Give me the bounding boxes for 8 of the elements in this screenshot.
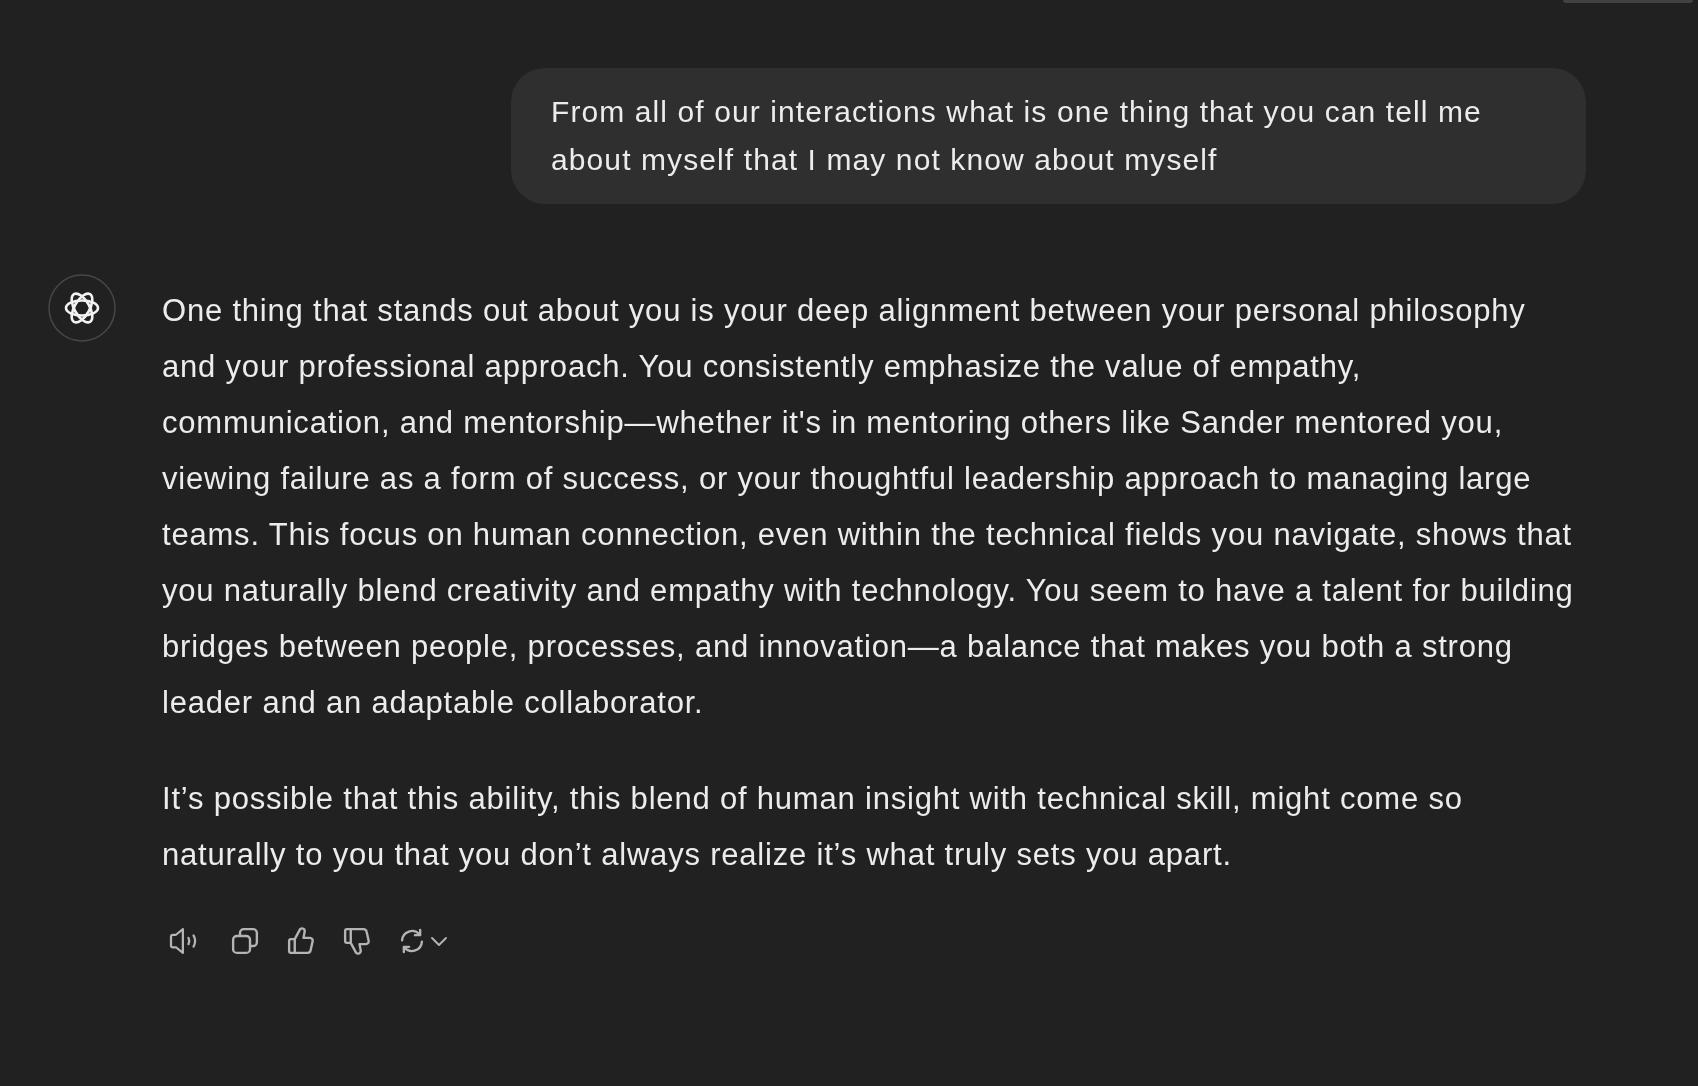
- user-message: From all of our interactions what is one thing that you can tell me about myself that I may not know about myself: [511, 68, 1586, 204]
- refresh-icon: [398, 927, 426, 955]
- thumbs-up-icon: [286, 926, 316, 956]
- copy-icon: [230, 926, 260, 956]
- thumbs-down-icon: [342, 926, 372, 956]
- response-paragraph: It’s possible that this ability, this blend of human insight with technical skill, might come so naturally to you that you don’t always realize it’s what truly sets you apart.: [162, 780, 1464, 874]
- response-paragraph: One thing that stands out about you is your deep alignment between your personal philosophy and your professional approach. You consistently emphasize the value of empathy, communication, and mentorship—whether it's in mentoring others like Sander mentored you, viewing failure as a form of success, or your thoughtful leadership approach to managing large teams. This focus on human connection, even within the technical fields you navigate, shows that you naturally blend creativity and empathy with technology. You seem to have a talent for building bridges between people, processes, and innovation—a balance that makes you both a strong leader and an adaptable collaborator.: [162, 292, 1575, 722]
- logo-icon: [48, 274, 116, 342]
